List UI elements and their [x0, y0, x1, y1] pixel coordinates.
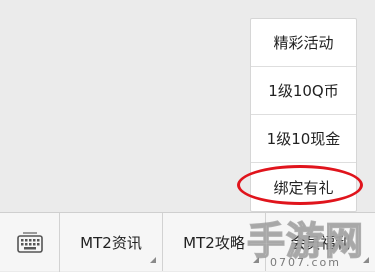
bottom-menu-bar: MT2资讯 MT2攻略 会员福利 — [0, 212, 375, 272]
highlight-annotation-circle — [237, 165, 363, 205]
submenu-indicator-icon — [253, 257, 259, 263]
menu-item-label: 精彩活动 — [273, 34, 334, 52]
menu-item-label: 1级10现金 — [266, 130, 341, 148]
menu-item-qcoin[interactable]: 1级10Q币 — [251, 67, 356, 115]
tab-mt2-guide[interactable]: MT2攻略 — [163, 213, 266, 271]
menu-item-cash[interactable]: 1级10现金 — [251, 115, 356, 163]
menu-item-label: 1级10Q币 — [268, 82, 339, 100]
tab-label: MT2资讯 — [80, 233, 142, 252]
keyboard-icon — [16, 231, 43, 253]
menu-item-activities[interactable]: 精彩活动 — [251, 19, 356, 67]
submenu-indicator-icon — [150, 257, 156, 263]
tab-mt2-news[interactable]: MT2资讯 — [60, 213, 163, 271]
submenu-indicator-icon — [363, 257, 369, 263]
tab-label: 会员福利 — [290, 233, 351, 252]
keyboard-toggle-button[interactable] — [0, 213, 60, 272]
tab-member-benefits[interactable]: 会员福利 — [266, 213, 375, 271]
tab-label: MT2攻略 — [183, 233, 245, 252]
